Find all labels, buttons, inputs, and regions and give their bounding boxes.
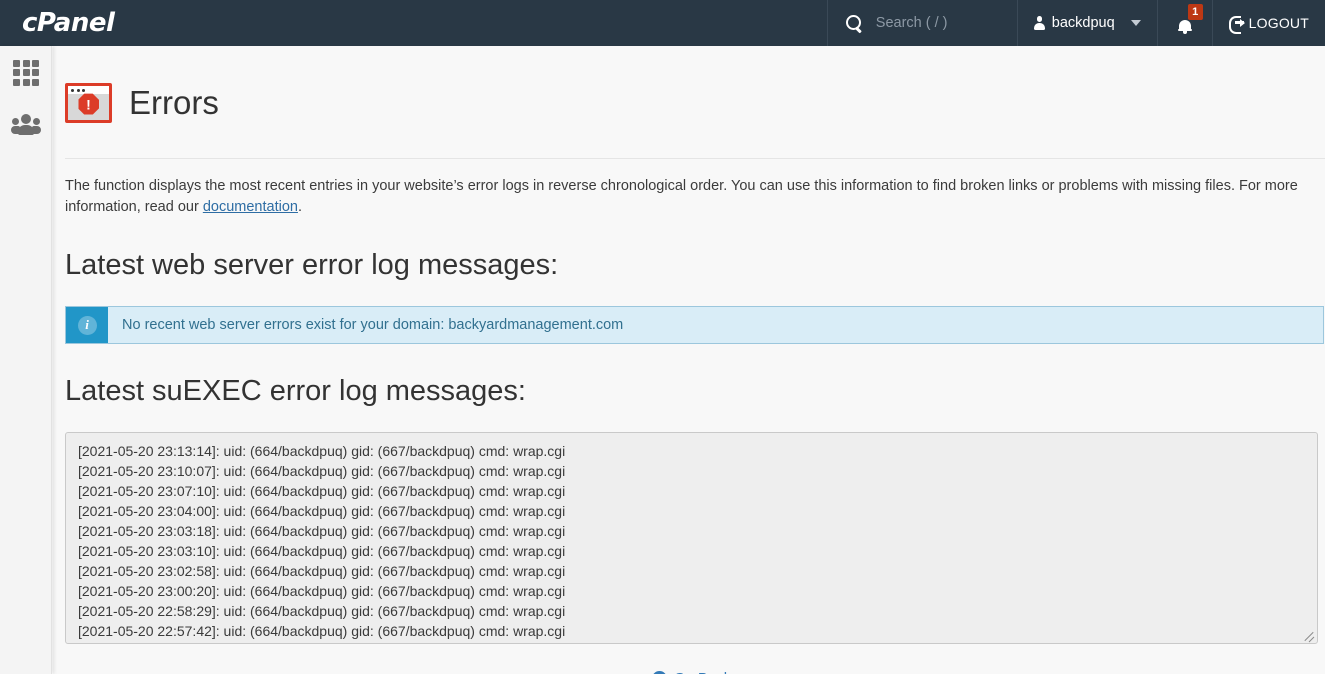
sidebar-item-apps-grid[interactable] [0,46,51,98]
log-lines-container: [2021-05-20 23:13:14]: uid: (664/backdpu… [78,441,1307,643]
suexec-section-heading: Latest suEXEC error log messages: [65,375,526,408]
info-icon-container: i [66,307,108,344]
log-line: [2021-05-20 23:03:10]: uid: (664/backdpu… [78,543,566,560]
log-line: [2021-05-20 23:10:07]: uid: (664/backdpu… [78,463,566,480]
logout-icon [1228,16,1245,34]
log-line: [2021-05-20 22:56:55]: uid: (664/backdpu… [78,641,1307,643]
page-title-row: ! Errors [65,62,1325,144]
sidebar-item-user-manager[interactable] [0,98,51,150]
log-line: [2021-05-20 23:13:14]: uid: (664/backdpu… [78,443,566,460]
search-box[interactable]: Search ( / ) [826,0,1017,46]
description-text-after: . [297,199,302,216]
log-line: [2021-05-20 23:07:10]: uid: (664/backdpu… [78,483,566,500]
log-line: [2021-05-20 23:02:58]: uid: (664/backdpu… [78,563,566,580]
search-input[interactable]: Search ( / ) [876,15,948,31]
info-icon: i [77,315,97,335]
logout-label: LOGOUT [1248,15,1309,31]
suexec-log-textarea[interactable]: [2021-05-20 23:13:14]: uid: (664/backdpu… [65,432,1318,645]
bell-icon[interactable]: 1 [1174,4,1203,35]
web-server-section-heading: Latest web server error log messages: [65,249,559,282]
left-sidebar [0,46,52,674]
info-alert-message: No recent web server errors exist for yo… [122,317,624,334]
user-icon [1033,16,1045,30]
notification-badge: 1 [1187,4,1203,20]
log-line: [2021-05-20 23:04:00]: uid: (664/backdpu… [78,503,566,520]
log-line: [2021-05-20 23:00:20]: uid: (664/backdpu… [78,583,566,600]
top-header: cPanel Search ( / ) backdpuq 1 LOGOUT [0,0,1325,46]
log-line: [2021-05-20 22:57:42]: uid: (664/backdpu… [78,623,566,640]
search-icon [845,14,863,32]
grid-icon [13,59,39,86]
cpanel-logo[interactable]: cPanel [0,0,175,46]
user-menu[interactable]: backdpuq [1016,0,1157,46]
go-back-label: Go Back [674,670,732,674]
log-line: [2021-05-20 23:03:18]: uid: (664/backdpu… [78,523,566,540]
title-divider [65,158,1325,160]
user-name-label: backdpuq [1051,15,1115,31]
go-back-link[interactable]: Go Back [651,670,732,674]
chevron-down-icon[interactable] [1130,20,1141,26]
brand-text: cPanel [22,8,115,38]
log-line: [2021-05-20 22:58:29]: uid: (664/backdpu… [78,603,566,620]
error-window-icon: ! [65,83,112,124]
documentation-link[interactable]: documentation [203,199,298,215]
people-icon [10,114,41,135]
main-content: ! Errors The function displays the most … [53,46,1325,674]
page-description: The function displays the most recent en… [65,176,1324,218]
page-title: Errors [129,84,219,122]
notifications-button[interactable]: 1 [1156,0,1212,46]
web-server-info-alert: i No recent web server errors exist for … [65,306,1324,345]
footer-actions: Go Back [65,670,1318,674]
logout-button[interactable]: LOGOUT [1211,0,1325,46]
